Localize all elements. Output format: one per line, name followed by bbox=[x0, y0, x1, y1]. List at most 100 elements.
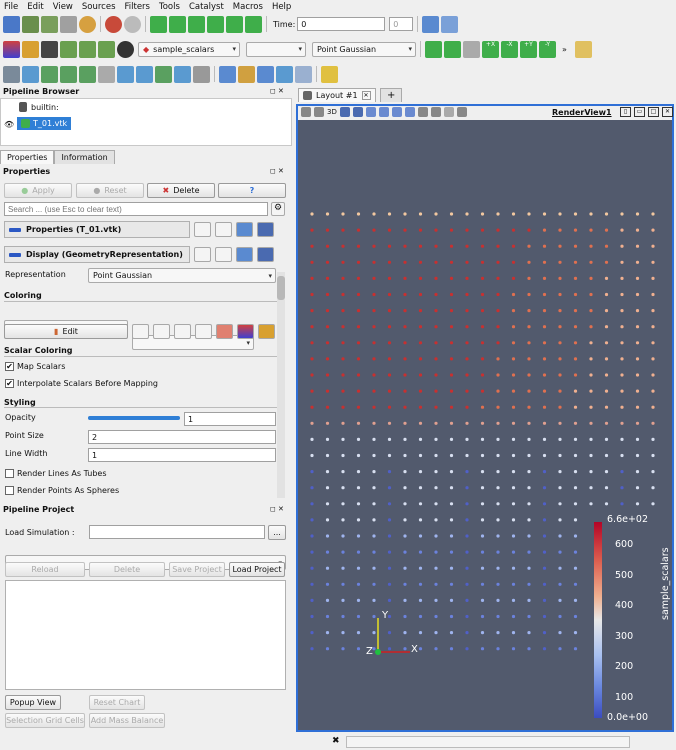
point-size-input[interactable]: 2 bbox=[88, 430, 276, 444]
next-frame-icon[interactable] bbox=[207, 15, 224, 33]
zoom-to-box-icon[interactable] bbox=[463, 40, 480, 58]
grow-selection-icon[interactable] bbox=[417, 107, 428, 117]
glyph-icon[interactable] bbox=[117, 65, 134, 83]
paste-icon[interactable] bbox=[215, 222, 232, 237]
split-view-icon[interactable]: ▯ bbox=[620, 107, 631, 117]
interaction-mode-icon[interactable] bbox=[574, 40, 592, 58]
help-button[interactable]: ? bbox=[218, 183, 286, 198]
representation-dropdown[interactable]: Point Gaussian bbox=[88, 268, 276, 283]
split-horizontal-icon[interactable] bbox=[301, 107, 311, 117]
last-frame-icon[interactable] bbox=[226, 15, 243, 33]
reset-chart-button[interactable]: Reset Chart bbox=[89, 695, 145, 710]
load-project-button[interactable]: Load Project bbox=[229, 562, 285, 577]
coloring-array-select[interactable]: ◆ sample_scalars bbox=[138, 41, 240, 57]
line-width-input[interactable]: 1 bbox=[88, 448, 276, 462]
select-frustum-icon[interactable] bbox=[365, 107, 376, 117]
properties-float-close-icon[interactable]: ◻ ✕ bbox=[270, 167, 284, 175]
delete-button[interactable]: ✖ Delete bbox=[147, 183, 215, 198]
menu-file[interactable]: File bbox=[4, 2, 18, 12]
rescale-range-icon[interactable] bbox=[132, 324, 149, 339]
render-view-name[interactable]: RenderView1 bbox=[552, 108, 612, 117]
color-legend-icon[interactable] bbox=[22, 40, 39, 58]
panel-float-close-icon[interactable]: ◻ ✕ bbox=[270, 87, 284, 95]
warp-vector-icon[interactable] bbox=[155, 65, 172, 83]
zoom-data-icon[interactable] bbox=[441, 15, 459, 33]
layout-tab[interactable]: Layout #1 ✕ bbox=[298, 88, 376, 102]
time-input[interactable]: 0 bbox=[297, 17, 386, 31]
toolbar-overflow-icon[interactable]: » bbox=[562, 45, 567, 54]
calculator-icon[interactable] bbox=[3, 65, 20, 83]
project-float-close-icon[interactable]: ◻ ✕ bbox=[270, 505, 284, 513]
map-scalars-checkbox[interactable]: ✔ Map Scalars bbox=[5, 362, 65, 371]
properties-search-input[interactable] bbox=[4, 202, 268, 216]
pipeline-item-builtin[interactable]: builtin: bbox=[19, 102, 59, 112]
plot-over-line-icon[interactable] bbox=[219, 65, 236, 83]
load-simulation-input[interactable] bbox=[89, 525, 265, 539]
redo-icon[interactable] bbox=[124, 15, 141, 33]
maximize-view-icon[interactable]: □ bbox=[648, 107, 659, 117]
undo-icon[interactable] bbox=[105, 15, 122, 33]
add-layout-tab-button[interactable]: + bbox=[380, 88, 403, 102]
save-icon[interactable] bbox=[257, 222, 274, 237]
advanced-gear-icon[interactable]: ⚙ bbox=[271, 202, 285, 216]
menu-tools[interactable]: Tools bbox=[159, 2, 180, 12]
menu-catalyst[interactable]: Catalyst bbox=[189, 2, 224, 12]
snowflake-icon[interactable] bbox=[295, 65, 312, 83]
refresh-icon[interactable] bbox=[236, 247, 253, 262]
reload-button[interactable]: Reload bbox=[5, 562, 85, 577]
select-points-icon[interactable] bbox=[352, 107, 363, 117]
histogram-icon[interactable] bbox=[257, 65, 274, 83]
stream-tracer-icon[interactable] bbox=[136, 65, 153, 83]
view-minus-x-icon[interactable]: -X bbox=[501, 40, 518, 58]
render-view[interactable]: 6.6e+02 0.0e+00 600 500 400 300 200 100 … bbox=[296, 120, 674, 732]
tab-properties[interactable]: Properties bbox=[0, 150, 55, 164]
rescale-custom-icon[interactable] bbox=[60, 40, 77, 58]
rescale-custom-icon[interactable] bbox=[153, 324, 170, 339]
zoom-closest-icon[interactable] bbox=[444, 40, 461, 58]
play-icon[interactable] bbox=[188, 15, 205, 33]
representation-select[interactable]: Point Gaussian bbox=[312, 41, 416, 57]
properties-section-header[interactable]: Properties (T_01.vtk) bbox=[4, 221, 190, 238]
close-tab-icon[interactable]: ✕ bbox=[361, 91, 371, 100]
menu-help[interactable]: Help bbox=[272, 2, 291, 12]
project-list[interactable] bbox=[5, 580, 286, 690]
clip-icon[interactable] bbox=[41, 65, 58, 83]
select-cells-icon[interactable] bbox=[339, 107, 350, 117]
query-icon[interactable] bbox=[238, 65, 255, 83]
hover-points-icon[interactable] bbox=[404, 107, 415, 117]
split-view-vertical-icon[interactable]: ▭ bbox=[634, 107, 645, 117]
split-vertical-icon[interactable] bbox=[314, 107, 324, 117]
loop-icon[interactable] bbox=[245, 15, 262, 33]
properties-scrollbar-thumb[interactable] bbox=[277, 276, 285, 300]
reset-camera-icon[interactable] bbox=[425, 40, 442, 58]
extract-level-icon[interactable] bbox=[193, 65, 210, 83]
apply-button[interactable]: ● Apply bbox=[4, 183, 72, 198]
menu-view[interactable]: View bbox=[53, 2, 73, 12]
refresh-icon[interactable] bbox=[236, 222, 253, 237]
pipeline-item-t01[interactable]: T_01.vtk bbox=[17, 117, 72, 130]
find-data-icon[interactable] bbox=[456, 107, 467, 117]
save-icon[interactable] bbox=[257, 247, 274, 262]
select-polygon-icon[interactable] bbox=[378, 107, 389, 117]
component-select[interactable] bbox=[246, 41, 306, 57]
color-legend-icon[interactable] bbox=[237, 324, 254, 339]
previous-frame-icon[interactable] bbox=[169, 15, 186, 33]
rescale-visible-icon[interactable] bbox=[174, 324, 191, 339]
rescale-range-icon[interactable] bbox=[41, 40, 58, 58]
opacity-input[interactable]: 1 bbox=[184, 412, 276, 426]
render-lines-tubes-checkbox[interactable]: Render Lines As Tubes bbox=[5, 469, 107, 478]
opacity-slider[interactable] bbox=[88, 416, 180, 420]
menu-filters[interactable]: Filters bbox=[125, 2, 150, 12]
menu-macros[interactable]: Macros bbox=[233, 2, 263, 12]
first-frame-icon[interactable] bbox=[150, 15, 167, 33]
save-project-button[interactable]: Save Project bbox=[169, 562, 225, 577]
save-data-icon[interactable] bbox=[22, 15, 39, 33]
save-state-icon[interactable] bbox=[41, 15, 58, 33]
properties-scrollbar[interactable] bbox=[277, 272, 285, 498]
copy-icon[interactable] bbox=[194, 247, 211, 262]
rescale-temporal-icon[interactable] bbox=[98, 40, 115, 58]
copy-icon[interactable] bbox=[194, 222, 211, 237]
close-view-icon[interactable]: ✕ bbox=[662, 107, 673, 117]
3d-toggle-button[interactable]: 3D bbox=[327, 108, 337, 116]
extract-subset-icon[interactable] bbox=[98, 65, 115, 83]
